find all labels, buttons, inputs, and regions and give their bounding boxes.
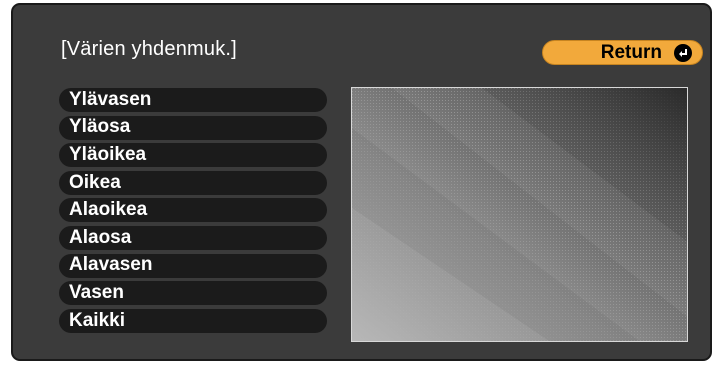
menu-item-label: Kaikki bbox=[69, 309, 125, 331]
menu-item-left[interactable]: Vasen bbox=[59, 279, 329, 307]
menu-item-label: Yläoikea bbox=[69, 143, 147, 165]
menu-item-label: Alaoikea bbox=[69, 199, 148, 221]
menu-item-all[interactable]: Kaikki bbox=[59, 307, 329, 335]
menu-item-top-right[interactable]: Yläoikea bbox=[59, 141, 329, 169]
menu-item-right[interactable]: Oikea bbox=[59, 169, 329, 197]
gradient-preview-image bbox=[352, 88, 687, 341]
menu-item-label: Vasen bbox=[69, 281, 124, 303]
menu-item-top[interactable]: Yläosa bbox=[59, 114, 329, 142]
return-label: Return bbox=[600, 41, 662, 63]
menu-item-bottom-right[interactable]: Alaoikea bbox=[59, 196, 329, 224]
return-button[interactable]: Return bbox=[542, 40, 703, 65]
menu-item-bottom-left[interactable]: Alavasen bbox=[59, 252, 329, 280]
menu-item-label: Oikea bbox=[69, 171, 121, 193]
position-menu: Ylävasen Yläosa Yläoikea Oikea Alaoikea … bbox=[59, 86, 329, 334]
menu-item-label: Alaosa bbox=[69, 226, 132, 248]
page-title: [Värien yhdenmuk.] bbox=[61, 38, 237, 60]
menu-item-label: Ylävasen bbox=[69, 88, 152, 110]
menu-item-label: Yläosa bbox=[69, 116, 131, 138]
menu-item-bottom[interactable]: Alaosa bbox=[59, 224, 329, 252]
menu-item-top-left[interactable]: Ylävasen bbox=[59, 86, 329, 114]
color-uniformity-preview bbox=[351, 87, 688, 342]
menu-item-label: Alavasen bbox=[69, 254, 153, 276]
enter-icon bbox=[674, 43, 692, 62]
